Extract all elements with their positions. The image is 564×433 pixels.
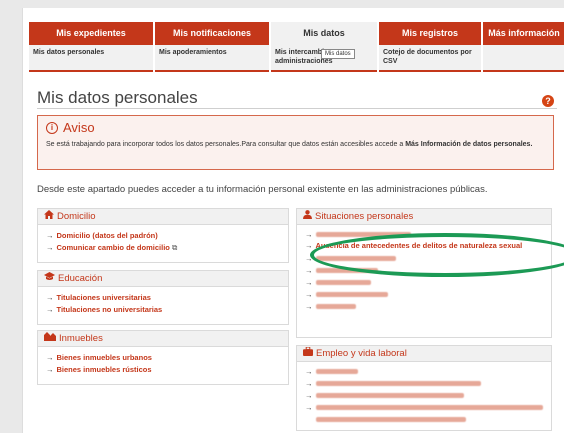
arrow-icon: → (46, 293, 54, 302)
link-label[interactable]: Comunicar cambio de domicilio (57, 243, 170, 252)
blurred-text (315, 404, 543, 410)
link-titulaciones-no-universitarias[interactable]: → Titulaciones no universitarias (46, 304, 280, 316)
link-blurred[interactable]: → (305, 288, 543, 300)
tab-label[interactable]: Más información (483, 22, 564, 45)
link-blurred[interactable]: → (305, 276, 543, 288)
help-icon[interactable]: ? (542, 95, 554, 107)
divider (37, 108, 557, 109)
link-blurred[interactable]: → (305, 389, 543, 401)
home-icon (44, 209, 54, 225)
blurred-text (315, 303, 356, 309)
tab-mis-expedientes[interactable]: Mis expedientes Mis datos personales (29, 22, 153, 72)
submenu-empty (483, 45, 564, 72)
blurred-text (315, 368, 358, 374)
graduation-cap-icon (44, 271, 55, 287)
arrow-icon: → (305, 229, 313, 239)
card-title: Domicilio (57, 210, 96, 222)
arrow-icon: → (46, 231, 54, 240)
link-label[interactable]: Titulaciones universitarias (57, 293, 151, 302)
tab-label[interactable]: Mis notificaciones (155, 22, 269, 45)
link-blurred[interactable]: → (305, 377, 543, 389)
card-inmuebles: Inmuebles → Bienes inmuebles urbanos → Bie… (37, 330, 289, 385)
main-nav: Mis expedientes Mis datos personales Mis… (29, 22, 564, 72)
link-blurred[interactable]: → (305, 365, 543, 377)
link-domicilio-padron[interactable]: → Domicilio (datos del padrón) (46, 230, 280, 242)
card-domicilio: Domicilio → Domicilio (datos del padrón) … (37, 208, 289, 263)
arrow-icon: → (305, 265, 313, 275)
notice-link[interactable]: Más Información de datos personales. (405, 141, 532, 148)
tab-mis-registros[interactable]: Mis registros Cotejo de documentos por C… (379, 22, 481, 72)
tab-mis-datos[interactable]: Mis datos Mis intercambios entre adminis… (271, 22, 377, 72)
card-title: Empleo y vida laboral (316, 347, 407, 359)
link-label[interactable]: Bienes inmuebles rústicos (57, 365, 152, 374)
arrow-icon: → (305, 241, 313, 250)
user-icon (303, 209, 312, 225)
submenu-mis-datos-personales[interactable]: Mis datos personales (29, 45, 153, 72)
card-title: Situaciones personales (315, 210, 414, 222)
buildings-icon (44, 331, 56, 347)
tab-mis-notificaciones[interactable]: Mis notificaciones Mis apoderamientos (155, 22, 269, 72)
notice-body: Se está trabajando para incorporar todos… (46, 141, 404, 148)
link-label[interactable]: Titulaciones no universitarias (57, 305, 163, 314)
notice-title: Aviso (63, 120, 95, 135)
blurred-text (315, 416, 466, 422)
card-title: Educación (58, 272, 103, 284)
link-titulaciones-universitarias[interactable]: → Titulaciones universitarias (46, 292, 280, 304)
arrow-icon: → (46, 243, 54, 252)
card-title: Inmuebles (59, 332, 103, 344)
blurred-text (315, 291, 388, 297)
tab-label[interactable]: Mis expedientes (29, 22, 153, 45)
submenu-cotejo-csv[interactable]: Cotejo de documentos por CSV (379, 45, 481, 72)
blurred-text (315, 392, 464, 398)
briefcase-icon (303, 346, 313, 362)
link-label[interactable]: Domicilio (datos del padrón) (57, 231, 158, 240)
intro-text: Desde este apartado puedes acceder a tu … (37, 184, 488, 195)
highlight-ring (310, 233, 564, 277)
notice-text: Se está trabajando para incorporar todos… (46, 139, 545, 150)
arrow-icon: → (46, 353, 54, 362)
notice-box: i Aviso Se está trabajando para incorpor… (37, 115, 554, 170)
link-label[interactable]: Bienes inmuebles urbanos (57, 353, 152, 362)
link-blurred[interactable]: → (305, 300, 543, 312)
submenu-mis-apoderamientos[interactable]: Mis apoderamientos (155, 45, 269, 72)
tooltip: Mis datos (321, 49, 355, 59)
arrow-icon: → (305, 277, 313, 287)
arrow-icon: → (305, 378, 313, 388)
info-icon: i (46, 121, 58, 134)
arrow-icon: → (46, 305, 54, 314)
arrow-icon: → (305, 289, 313, 299)
arrow-icon: → (305, 366, 313, 376)
external-link-icon: ⧉ (171, 243, 178, 252)
arrow-icon: → (305, 301, 313, 311)
blurred-text (315, 380, 481, 386)
link-bienes-rusticos[interactable]: → Bienes inmuebles rústicos (46, 364, 280, 376)
blurred-text (315, 279, 371, 285)
page: Mis expedientes Mis datos personales Mis… (22, 8, 564, 433)
page-title: Mis datos personales (37, 88, 198, 107)
link-blurred[interactable]: → (305, 401, 543, 413)
arrow-icon: → (46, 365, 54, 374)
link-comunicar-cambio[interactable]: → Comunicar cambio de domicilio ⧉ (46, 242, 280, 254)
tab-label[interactable]: Mis datos (271, 22, 377, 45)
arrow-icon: → (305, 402, 313, 412)
link-bienes-urbanos[interactable]: → Bienes inmuebles urbanos (46, 352, 280, 364)
card-educacion: Educación → Titulaciones universitarias →… (37, 270, 289, 325)
tab-label[interactable]: Mis registros (379, 22, 481, 45)
arrow-icon: → (305, 390, 313, 400)
link-blurred[interactable]: → (305, 413, 543, 425)
card-empleo: Empleo y vida laboral → → → → → (296, 345, 552, 431)
tab-mas-informacion[interactable]: Más información (483, 22, 564, 72)
